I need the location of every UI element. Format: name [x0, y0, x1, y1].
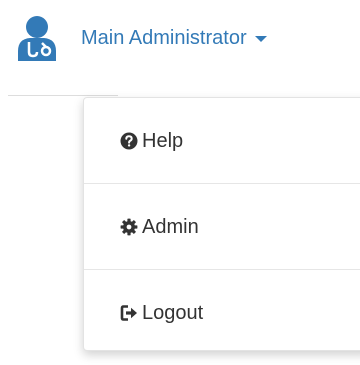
- user-name: Main Administrator: [81, 27, 247, 49]
- user-doctor-icon: [16, 15, 78, 61]
- menu-item-admin[interactable]: Admin: [84, 184, 360, 270]
- sign-out-icon: [120, 304, 138, 322]
- menu-item-label: Admin: [142, 215, 199, 238]
- divider-line: [8, 95, 118, 96]
- gear-icon: [120, 218, 138, 236]
- menu-item-logout[interactable]: Logout: [84, 270, 360, 356]
- question-circle-icon: [120, 132, 138, 150]
- menu-item-label: Logout: [142, 302, 204, 324]
- caret-down-icon: [254, 36, 267, 42]
- menu-item-help[interactable]: Help: [84, 98, 360, 184]
- user-dropdown-menu: Help Admin Logout: [83, 97, 360, 351]
- screen: Main Administrator Help Admin Logout: [0, 0, 360, 365]
- menu-item-label: Help: [142, 129, 184, 152]
- user-menu-toggle[interactable]: Main Administrator: [16, 10, 267, 66]
